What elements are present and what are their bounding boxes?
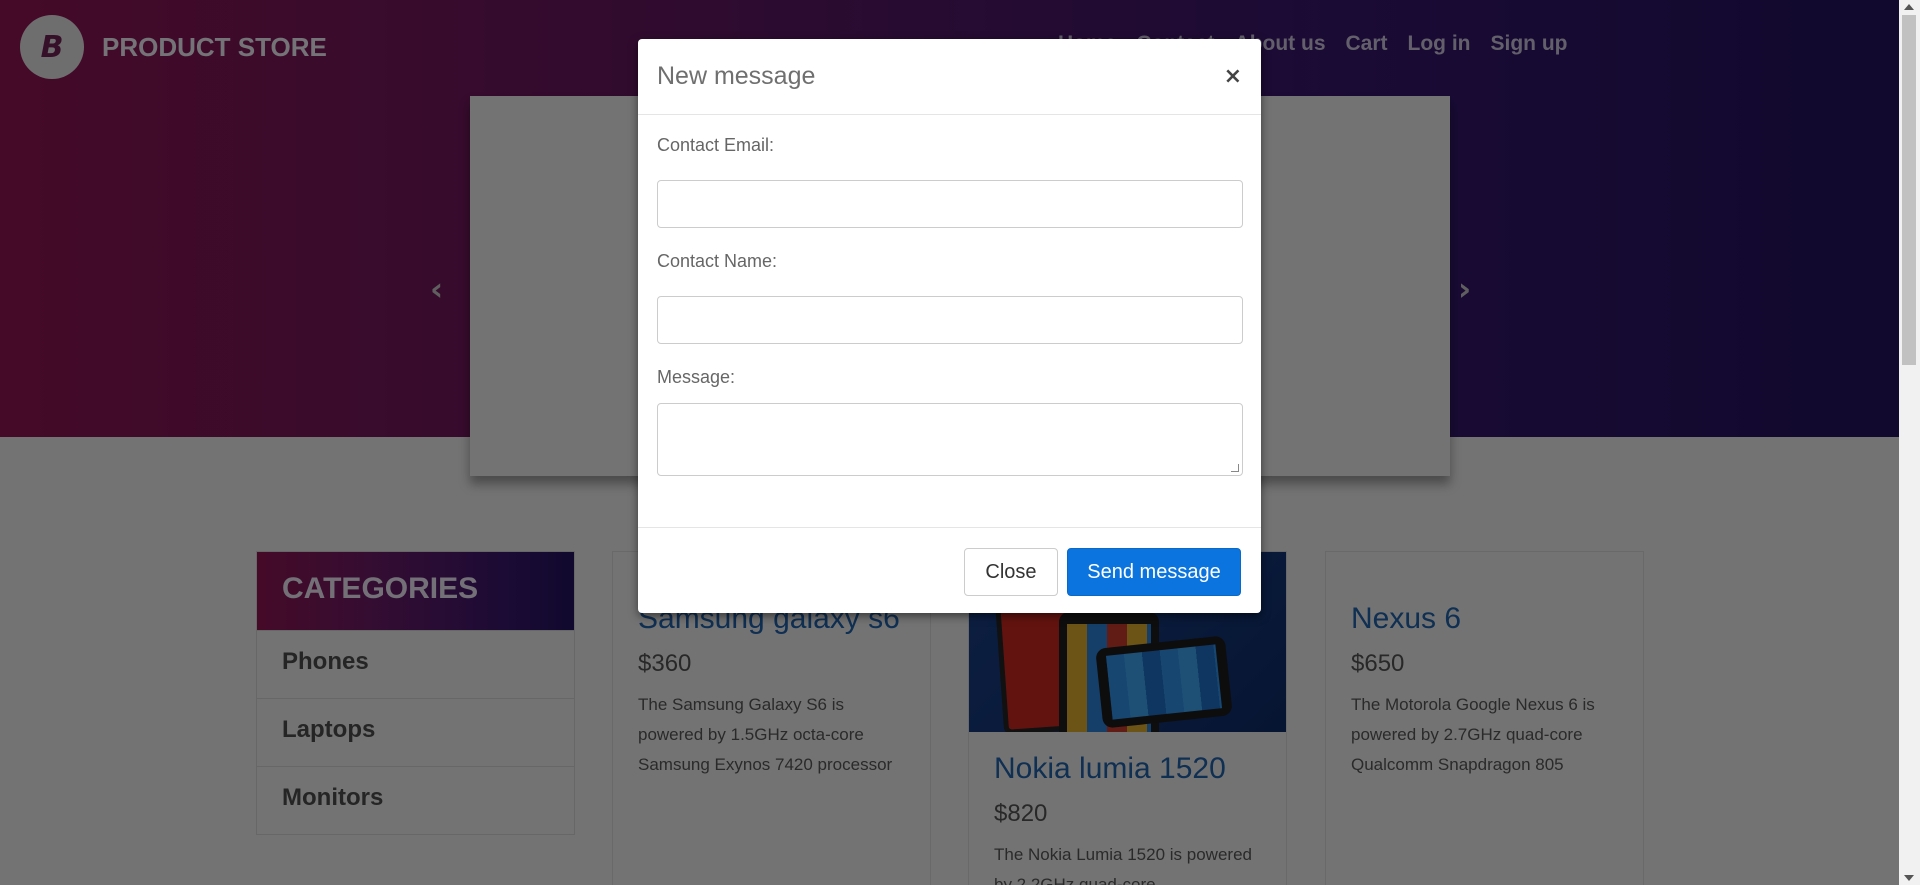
close-icon[interactable]: × <box>1224 64 1242 89</box>
modal-header: New message × <box>638 39 1261 115</box>
contact-email-label: Contact Email: <box>657 135 775 155</box>
new-message-modal: New message × Contact Email: Contact Nam… <box>638 39 1261 613</box>
modal-body: Contact Email: Contact Name: Message: <box>638 135 1261 476</box>
send-message-button[interactable]: Send message <box>1067 548 1241 596</box>
contact-email-field[interactable] <box>657 180 1243 228</box>
message-textarea[interactable] <box>657 403 1243 476</box>
contact-name-label: Contact Name: <box>657 251 778 271</box>
close-button[interactable]: Close <box>964 548 1058 596</box>
scroll-up-icon[interactable] <box>1904 4 1914 10</box>
modal-title: New message <box>657 62 816 90</box>
page-scrollbar[interactable] <box>1899 0 1920 885</box>
message-label: Message: <box>657 367 736 387</box>
modal-footer: Close Send message <box>638 527 1261 613</box>
resize-grip-icon[interactable] <box>1231 464 1239 472</box>
contact-name-field[interactable] <box>657 296 1243 344</box>
scroll-down-icon[interactable] <box>1904 875 1914 881</box>
scroll-thumb[interactable] <box>1902 15 1916 365</box>
